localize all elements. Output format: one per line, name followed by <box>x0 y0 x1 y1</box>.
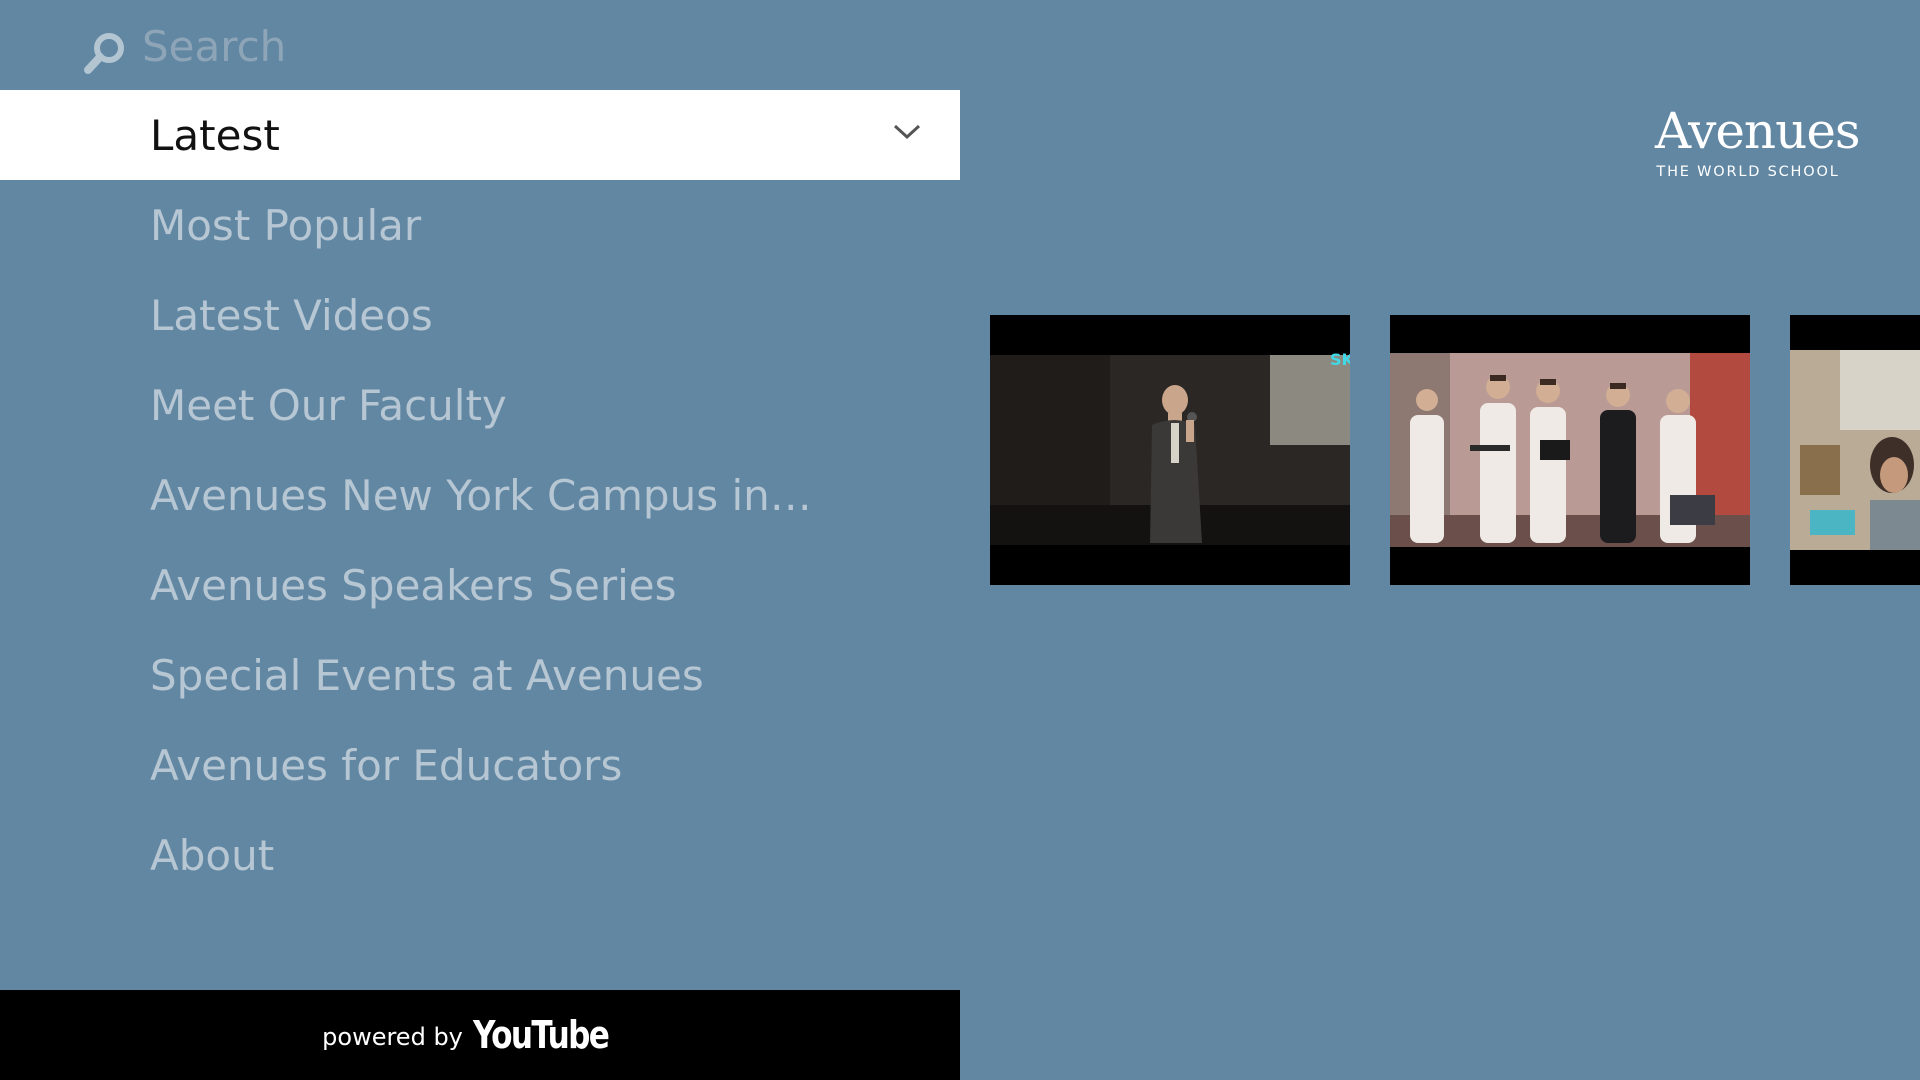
menu-item-about[interactable]: About <box>0 810 960 900</box>
menu-item-new-york-campus[interactable]: Avenues New York Campus in… <box>0 450 960 540</box>
powered-by-label: powered by <box>322 1023 463 1051</box>
logo-name: Avenues <box>1655 102 1861 160</box>
menu-item-latest[interactable]: Latest <box>0 90 960 180</box>
video-thumbnail-classroom[interactable] <box>1790 315 1920 585</box>
avenues-logo: Avenues THE WORLD SCHOOL <box>1655 102 1861 180</box>
search-icon[interactable] <box>82 30 128 76</box>
video-thumbnail-image: SK <box>990 315 1350 585</box>
powered-by-footer: powered by YouTube <box>0 990 960 1080</box>
menu-item-label: Latest <box>150 110 280 160</box>
menu-item-label: Avenues Speakers Series <box>150 560 677 610</box>
menu-item-most-popular[interactable]: Most Popular <box>0 180 960 270</box>
menu-item-label: Avenues New York Campus in… <box>150 470 812 520</box>
video-thumbnail-image <box>1390 315 1750 585</box>
menu-item-label: Latest Videos <box>150 290 433 340</box>
menu-item-label: Most Popular <box>150 200 422 250</box>
menu-item-label: Meet Our Faculty <box>150 380 507 430</box>
app-screen: Latest Most Popular Latest Videos Meet O… <box>0 0 1920 1080</box>
video-thumbnail-band[interactable] <box>1390 315 1750 585</box>
thumbnail-overlay-text: SK <box>1330 350 1350 369</box>
video-thumbnail-image <box>1790 315 1920 585</box>
logo-tagline: THE WORLD SCHOOL <box>1656 164 1840 180</box>
menu-item-label: Special Events at Avenues <box>150 650 704 700</box>
search-bar[interactable] <box>82 14 742 78</box>
chevron-down-icon[interactable] <box>892 122 922 142</box>
menu-item-speakers-series[interactable]: Avenues Speakers Series <box>0 540 960 630</box>
menu-item-special-events[interactable]: Special Events at Avenues <box>0 630 960 720</box>
category-menu: Latest Most Popular Latest Videos Meet O… <box>0 90 960 900</box>
video-thumbnail-speaker[interactable]: SK <box>990 315 1350 585</box>
menu-item-label: About <box>150 830 275 880</box>
menu-item-meet-our-faculty[interactable]: Meet Our Faculty <box>0 360 960 450</box>
menu-item-for-educators[interactable]: Avenues for Educators <box>0 720 960 810</box>
search-input[interactable] <box>142 21 742 71</box>
menu-item-label: Avenues for Educators <box>150 740 623 790</box>
menu-item-latest-videos[interactable]: Latest Videos <box>0 270 960 360</box>
youtube-logo: YouTube <box>472 1013 610 1057</box>
